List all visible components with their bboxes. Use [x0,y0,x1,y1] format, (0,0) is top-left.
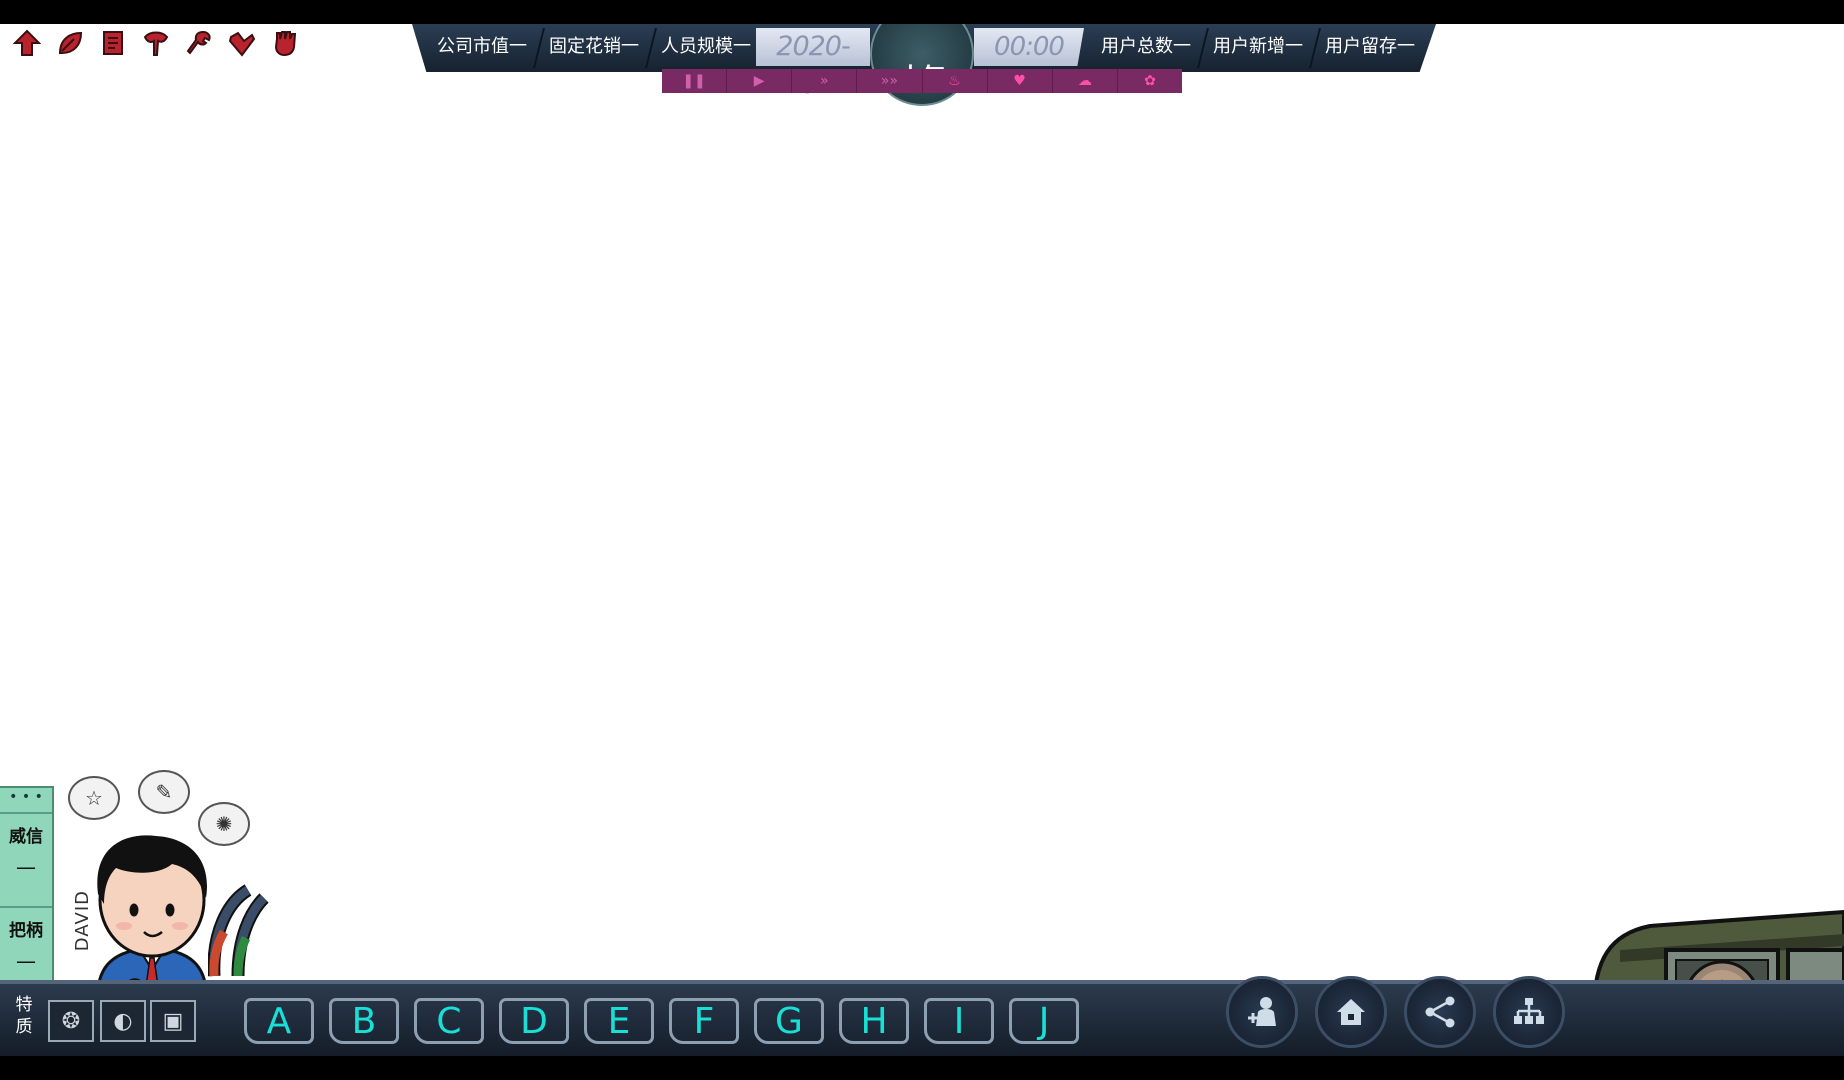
character-name: DAVID [72,890,93,952]
market-value-stat[interactable]: 公司市值一 [432,34,532,60]
play-icon[interactable]: ▶ [727,69,793,93]
bottom-bar-rim [0,980,1844,984]
cloud-icon[interactable]: ☁ [1053,69,1118,93]
mind-body-gauge [208,884,269,977]
leverage-label: 把柄 [9,921,43,941]
arrow-down-icon[interactable] [227,28,257,58]
status-side-panel: • • • 威信 — 把柄 — [0,786,54,1004]
plant-icon[interactable] [141,28,171,58]
wrench-icon[interactable] [184,28,214,58]
event-icon[interactable]: ♨ [923,69,988,93]
more-dots[interactable]: • • • [0,788,52,814]
slot-d-button[interactable]: D [499,998,569,1044]
morale-dial[interactable]: 士气 [870,24,974,106]
slot-j-button[interactable]: J [1009,998,1079,1044]
home-arrow-icon[interactable] [12,28,42,58]
date-display: 2020-10-1 [756,28,870,100]
trait-label: 特质 [15,995,33,1037]
share-button[interactable] [1404,976,1476,1048]
trait-slot-2-icon[interactable]: ◐ [100,1000,146,1042]
trait-slot-3-icon[interactable]: ▣ [150,1000,196,1042]
share-icon [1425,996,1455,1028]
slot-a-button[interactable]: A [244,998,314,1044]
prestige-block: 威信 — [0,822,52,908]
total-users-stat[interactable]: 用户总数一 [1096,34,1196,60]
flower-icon[interactable]: ✿ [1118,69,1182,93]
slot-h-button[interactable]: H [839,998,909,1044]
prestige-value: — [16,855,36,879]
add-person-icon [1248,997,1276,1026]
slot-g-button[interactable]: G [754,998,824,1044]
fast-forward-icon[interactable]: » [792,69,858,93]
staff-size-stat[interactable]: 人员规模一 [656,34,756,60]
leverage-value: — [16,949,36,973]
retention-stat[interactable]: 用户留存一 [1320,34,1420,60]
time-display: 00:00 Mon [974,28,1084,66]
new-users-stat[interactable]: 用户新增一 [1208,34,1308,60]
hand-icon[interactable] [270,28,300,58]
fastest-forward-icon[interactable]: »» [857,69,923,93]
game-canvas: 公司市值一 固定花销一 人员规模一 2020-10-1 士气 00:00 Mon… [0,24,1844,1055]
speed-control-bar: ❚❚ ▶ » »» ♨ ♥ ☁ ✿ [662,69,1182,93]
leaf-icon[interactable] [55,28,85,58]
slot-e-button[interactable]: E [584,998,654,1044]
toolbar [12,28,300,58]
house-icon [1337,999,1365,1025]
top-stat-bar: 公司市值一 固定花销一 人员规模一 2020-10-1 士气 00:00 Mon… [412,24,1436,106]
prestige-label: 威信 [9,827,43,847]
slot-c-button[interactable]: C [414,998,484,1044]
org-chart-button[interactable] [1493,976,1565,1048]
slot-f-button[interactable]: F [669,998,739,1044]
home-button[interactable] [1315,976,1387,1048]
pause-icon[interactable]: ❚❚ [662,69,728,93]
add-employee-button[interactable] [1226,976,1298,1048]
fixed-cost-stat[interactable]: 固定花销一 [544,34,644,60]
org-chart-icon [1514,998,1544,1024]
heart-icon[interactable]: ♥ [988,69,1053,93]
trait-slot-1-icon[interactable]: ❂ [48,1000,94,1042]
slot-i-button[interactable]: I [924,998,994,1044]
slot-b-button[interactable]: B [329,998,399,1044]
document-icon[interactable] [98,28,128,58]
